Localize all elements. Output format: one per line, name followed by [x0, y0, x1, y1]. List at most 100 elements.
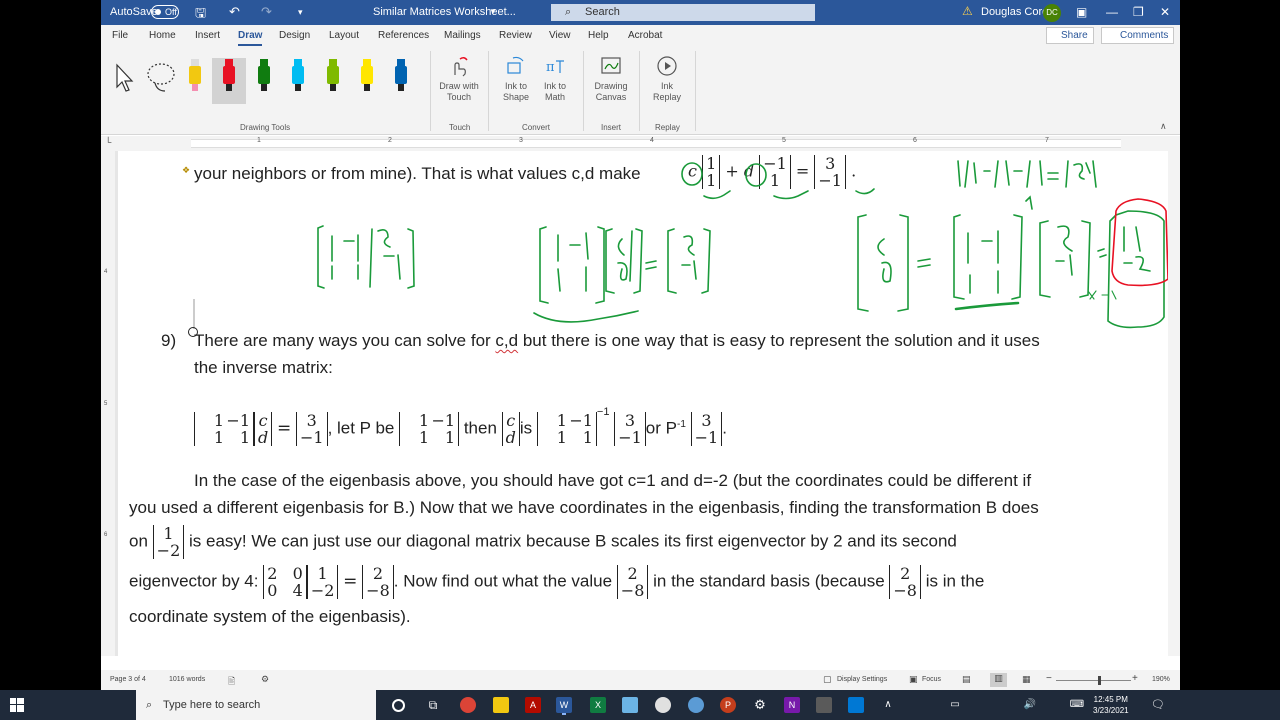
- horizontal-ruler[interactable]: └ 1 2 3 4 5 6 7: [101, 136, 1180, 151]
- tab-home[interactable]: Home: [149, 30, 176, 41]
- search-box[interactable]: ⌕ Search: [551, 4, 815, 21]
- tray-chevron-up-icon[interactable]: ∧: [880, 697, 896, 713]
- tab-references[interactable]: References: [378, 30, 429, 41]
- item9-text-b: but there is one way that is easy to rep…: [518, 331, 1040, 350]
- page-count[interactable]: Page 3 of 4: [110, 676, 146, 683]
- app-icon[interactable]: [655, 697, 671, 713]
- cortana-icon[interactable]: [392, 699, 405, 712]
- avatar[interactable]: DC: [1043, 4, 1061, 22]
- share-button[interactable]: Share: [1046, 27, 1094, 44]
- para-line2: you used a different eigenbasis for B.) …: [129, 498, 1039, 517]
- autosave-toggle[interactable]: Off: [151, 5, 179, 19]
- collapse-ribbon-icon[interactable]: ∧: [1160, 121, 1167, 132]
- vertical-scrollbar[interactable]: [1168, 151, 1180, 656]
- chrome-icon[interactable]: [460, 697, 476, 713]
- close-icon[interactable]: ✕: [1160, 5, 1170, 19]
- eraser-tool-icon[interactable]: [189, 59, 201, 93]
- keyboard-icon[interactable]: ⌨: [1069, 697, 1085, 713]
- ruler-number: 5: [782, 137, 786, 144]
- accessibility-icon[interactable]: ⚙: [261, 674, 269, 685]
- draw-with-touch-button[interactable]: Draw with Touch: [437, 55, 481, 103]
- right-letterbox: [1180, 0, 1280, 690]
- share-label: Share: [1061, 30, 1088, 41]
- zoom-slider[interactable]: [1056, 680, 1131, 681]
- redo-icon[interactable]: ↷: [261, 4, 272, 20]
- pen-red-icon[interactable]: [223, 59, 235, 93]
- focus-icon[interactable]: ▣: [909, 674, 918, 685]
- display-settings-label[interactable]: Display Settings: [837, 676, 887, 683]
- web-layout-icon[interactable]: ▦: [1022, 674, 1031, 685]
- acrobat-icon[interactable]: A: [525, 697, 541, 713]
- pen-cyan-icon[interactable]: [292, 59, 304, 93]
- tab-mailings[interactable]: Mailings: [444, 30, 481, 41]
- pen-galaxy-icon[interactable]: [395, 59, 407, 93]
- tab-insert[interactable]: Insert: [195, 30, 220, 41]
- restore-icon[interactable]: ❐: [1133, 5, 1144, 19]
- vector-c-d-2: cd: [501, 412, 520, 446]
- tab-layout[interactable]: Layout: [329, 30, 359, 41]
- focus-label[interactable]: Focus: [922, 676, 941, 683]
- app-icon[interactable]: [816, 697, 832, 713]
- vertical-ruler[interactable]: 4 5 6: [101, 151, 115, 656]
- save-icon[interactable]: 🖫: [195, 4, 206, 26]
- file-explorer-icon[interactable]: [493, 697, 509, 713]
- zoom-level[interactable]: 190%: [1152, 676, 1170, 683]
- warning-icon[interactable]: ⚠: [962, 4, 973, 18]
- select-pointer-icon[interactable]: [114, 63, 136, 93]
- tab-design[interactable]: Design: [279, 30, 310, 41]
- group-label-replay: Replay: [655, 123, 680, 132]
- title-chevron-down-icon[interactable]: ▼: [489, 7, 497, 16]
- word-count[interactable]: 1016 words: [169, 676, 205, 683]
- ink-curve: [533, 310, 639, 323]
- zoom-in-button[interactable]: +: [1132, 673, 1138, 684]
- comments-button[interactable]: Comments: [1101, 27, 1174, 44]
- task-view-icon[interactable]: ⧉: [425, 697, 441, 713]
- item9-text-a: There are many ways you can solve for: [194, 331, 496, 350]
- ink-to-shape-button[interactable]: Ink to Shape: [499, 55, 533, 103]
- pen-green-icon[interactable]: [258, 59, 270, 93]
- ink-replay-button[interactable]: Ink Replay: [651, 55, 683, 103]
- print-layout-icon[interactable]: ▥: [990, 673, 1007, 687]
- highlighter-yellow-icon[interactable]: [361, 59, 373, 93]
- display-settings-icon[interactable]: ▢: [823, 674, 832, 685]
- taskbar-search-box[interactable]: ⌕ Type here to search: [136, 690, 376, 720]
- settings-gear-icon[interactable]: ⚙: [752, 697, 768, 713]
- tab-review[interactable]: Review: [499, 30, 532, 41]
- zoom-out-button[interactable]: −: [1046, 673, 1052, 684]
- customize-toolbar-icon[interactable]: ▾: [298, 7, 303, 18]
- tab-selector-icon[interactable]: └: [105, 137, 111, 147]
- excel-icon[interactable]: X: [590, 697, 606, 713]
- onenote-icon[interactable]: N: [784, 697, 800, 713]
- notifications-icon[interactable]: 🗨: [1150, 697, 1166, 713]
- ink-box-result: [1107, 210, 1165, 329]
- windows-start-icon[interactable]: [10, 698, 24, 712]
- eq-line1: c 11 + d −1 1 = 3 −1 .: [688, 155, 856, 189]
- tray-icon[interactable]: ▭: [947, 697, 963, 713]
- app-icon[interactable]: [848, 697, 864, 713]
- tab-draw[interactable]: Draw: [238, 30, 263, 46]
- zoom-slider-thumb[interactable]: [1098, 676, 1101, 685]
- undo-icon[interactable]: ↶: [229, 4, 240, 20]
- highlighter-lime-icon[interactable]: [327, 59, 339, 93]
- word-icon[interactable]: W: [556, 697, 572, 713]
- ribbon-display-icon[interactable]: ▣: [1076, 5, 1087, 19]
- tab-help[interactable]: Help: [588, 30, 609, 41]
- minimize-icon[interactable]: —: [1106, 5, 1118, 19]
- volume-icon[interactable]: 🔊: [1022, 697, 1038, 713]
- read-mode-icon[interactable]: ▤: [962, 674, 971, 685]
- ruler-number: 3: [519, 137, 523, 144]
- vruler-number: 5: [104, 401, 108, 407]
- drawing-canvas-button[interactable]: Drawing Canvas: [593, 55, 629, 103]
- ink-to-math-button[interactable]: π Ink to Math: [538, 55, 572, 103]
- proofing-icon[interactable]: 🖹: [228, 674, 235, 690]
- powerpoint-icon[interactable]: P: [720, 697, 736, 713]
- lasso-select-icon[interactable]: [145, 61, 177, 95]
- app-icon[interactable]: [688, 697, 704, 713]
- document-page[interactable]: ❖ your neighbors or from mine). That is …: [118, 151, 1168, 656]
- app-icon[interactable]: [622, 697, 638, 713]
- tab-file[interactable]: File: [112, 30, 128, 41]
- tab-acrobat[interactable]: Acrobat: [628, 30, 662, 41]
- tab-view[interactable]: View: [549, 30, 571, 41]
- clock[interactable]: 12:45 PM 3/23/2021: [1093, 694, 1129, 716]
- vector-2-m8: 2 −8: [362, 565, 394, 599]
